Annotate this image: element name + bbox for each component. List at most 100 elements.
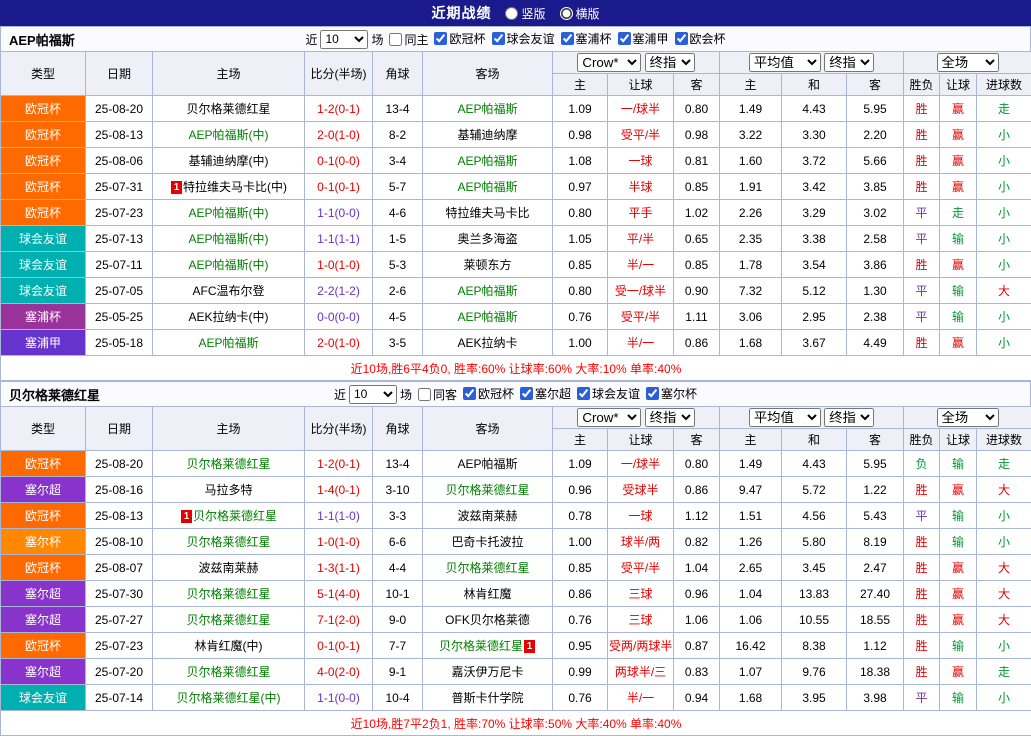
league-checkbox[interactable] [577, 387, 590, 400]
home-team[interactable]: 贝尔格莱德红星 [153, 607, 305, 633]
home-team[interactable]: 贝尔格莱德红星(中) [153, 685, 305, 711]
away-team[interactable]: 贝尔格莱德红星 [423, 555, 553, 581]
away-team[interactable]: 林肯红魔 [423, 581, 553, 607]
away-team[interactable]: AEP帕福斯 [423, 174, 553, 200]
home-team[interactable]: 马拉多特 [153, 477, 305, 503]
league-checkbox[interactable] [561, 32, 574, 45]
league-checkbox[interactable] [618, 32, 631, 45]
final-odds-select[interactable]: 终指 [645, 53, 695, 72]
home-team[interactable]: AEP帕福斯(中) [153, 200, 305, 226]
score[interactable]: 1-1(1-1) [305, 226, 373, 252]
league-checkbox[interactable] [646, 387, 659, 400]
home-team[interactable]: 1贝尔格莱德红星 [153, 503, 305, 529]
score[interactable]: 1-1(0-0) [305, 685, 373, 711]
home-team[interactable]: 贝尔格莱德红星 [153, 451, 305, 477]
away-team[interactable]: 特拉维夫马卡比 [423, 200, 553, 226]
league-checkbox[interactable] [434, 32, 447, 45]
home-team[interactable]: 贝尔格莱德红星 [153, 659, 305, 685]
score[interactable]: 1-3(1-1) [305, 555, 373, 581]
recent-count-select[interactable]: 10 [320, 30, 368, 49]
home-team[interactable]: 基辅迪纳摩(中) [153, 148, 305, 174]
layout-radio-vertical[interactable]: 竖版 [505, 5, 545, 22]
away-team[interactable]: AEP帕福斯 [423, 96, 553, 122]
score[interactable]: 0-1(0-1) [305, 633, 373, 659]
away-team[interactable]: 普斯卡什学院 [423, 685, 553, 711]
league-filter[interactable]: 欧会杯 [673, 30, 726, 47]
score[interactable]: 1-1(0-0) [305, 200, 373, 226]
league-checkbox[interactable] [675, 32, 688, 45]
final-odds-select-2[interactable]: 终指 [824, 53, 874, 72]
score[interactable]: 1-1(1-0) [305, 503, 373, 529]
recent-count-select[interactable]: 10 [349, 385, 397, 404]
same-filter[interactable]: 同主 [387, 31, 428, 48]
score[interactable]: 0-1(0-1) [305, 174, 373, 200]
final-odds-select-2[interactable]: 终指 [824, 408, 874, 427]
away-team[interactable]: 莱顿东方 [423, 252, 553, 278]
score[interactable]: 1-2(0-1) [305, 451, 373, 477]
home-team[interactable]: AFC温布尔登 [153, 278, 305, 304]
score[interactable]: 2-0(1-0) [305, 330, 373, 356]
layout-radio-horizontal[interactable]: 横版 [560, 5, 600, 22]
home-team[interactable]: 贝尔格莱德红星 [153, 96, 305, 122]
score[interactable]: 5-1(4-0) [305, 581, 373, 607]
score[interactable]: 7-1(2-0) [305, 607, 373, 633]
away-team[interactable]: AEP帕福斯 [423, 304, 553, 330]
home-team[interactable]: 1特拉维夫马卡比(中) [153, 174, 305, 200]
home-team[interactable]: AEP帕福斯(中) [153, 252, 305, 278]
league-filter[interactable]: 塞浦甲 [616, 30, 669, 47]
away-team[interactable]: 波兹南莱赫 [423, 503, 553, 529]
average-select[interactable]: 平均值 [749, 408, 821, 427]
same-checkbox[interactable] [418, 388, 431, 401]
odds-home: 0.85 [553, 252, 608, 278]
fullmatch-select[interactable]: 全场 [937, 53, 999, 72]
away-team[interactable]: 基辅迪纳摩 [423, 122, 553, 148]
league-filter[interactable]: 欧冠杯 [461, 385, 514, 402]
odds-home: 1.00 [553, 529, 608, 555]
away-team[interactable]: 贝尔格莱德红星1 [423, 633, 553, 659]
score[interactable]: 1-4(0-1) [305, 477, 373, 503]
league-filter[interactable]: 球会友谊 [490, 30, 555, 47]
average-select[interactable]: 平均值 [749, 53, 821, 72]
away-team[interactable]: OFK贝尔格莱德 [423, 607, 553, 633]
score[interactable]: 1-2(0-1) [305, 96, 373, 122]
away-team[interactable]: AEK拉纳卡 [423, 330, 553, 356]
score[interactable]: 4-0(2-0) [305, 659, 373, 685]
final-odds-select[interactable]: 终指 [645, 408, 695, 427]
home-team[interactable]: AEP帕福斯(中) [153, 122, 305, 148]
league-checkbox[interactable] [463, 387, 476, 400]
fullmatch-select[interactable]: 全场 [937, 408, 999, 427]
home-team[interactable]: 贝尔格莱德红星 [153, 581, 305, 607]
away-team[interactable]: AEP帕福斯 [423, 278, 553, 304]
home-team[interactable]: 林肯红魔(中) [153, 633, 305, 659]
horizontal-radio-input[interactable] [560, 7, 573, 20]
same-checkbox[interactable] [389, 33, 402, 46]
home-team[interactable]: AEP帕福斯 [153, 330, 305, 356]
away-team[interactable]: 嘉沃伊万尼卡 [423, 659, 553, 685]
vertical-radio-input[interactable] [505, 7, 518, 20]
away-team[interactable]: 贝尔格莱德红星 [423, 477, 553, 503]
odds-source-select[interactable]: Crow* [577, 408, 641, 427]
away-team[interactable]: AEP帕福斯 [423, 148, 553, 174]
home-team[interactable]: 波兹南莱赫 [153, 555, 305, 581]
same-filter[interactable]: 同客 [416, 386, 457, 403]
league-filter[interactable]: 塞尔杯 [644, 385, 697, 402]
league-checkbox[interactable] [520, 387, 533, 400]
league-checkbox[interactable] [492, 32, 505, 45]
away-team[interactable]: 奥兰多海盗 [423, 226, 553, 252]
league-filter[interactable]: 球会友谊 [575, 385, 640, 402]
score[interactable]: 0-1(0-0) [305, 148, 373, 174]
score[interactable]: 1-0(1-0) [305, 252, 373, 278]
score[interactable]: 1-0(1-0) [305, 529, 373, 555]
away-team[interactable]: AEP帕福斯 [423, 451, 553, 477]
score[interactable]: 2-0(1-0) [305, 122, 373, 148]
home-team[interactable]: 贝尔格莱德红星 [153, 529, 305, 555]
home-team[interactable]: AEP帕福斯(中) [153, 226, 305, 252]
home-team[interactable]: AEK拉纳卡(中) [153, 304, 305, 330]
league-filter[interactable]: 欧冠杯 [432, 30, 485, 47]
score[interactable]: 0-0(0-0) [305, 304, 373, 330]
league-filter[interactable]: 塞尔超 [518, 385, 571, 402]
away-team[interactable]: 巴奇卡托波拉 [423, 529, 553, 555]
odds-source-select[interactable]: Crow* [577, 53, 641, 72]
league-filter[interactable]: 塞浦杯 [559, 30, 612, 47]
score[interactable]: 2-2(1-2) [305, 278, 373, 304]
